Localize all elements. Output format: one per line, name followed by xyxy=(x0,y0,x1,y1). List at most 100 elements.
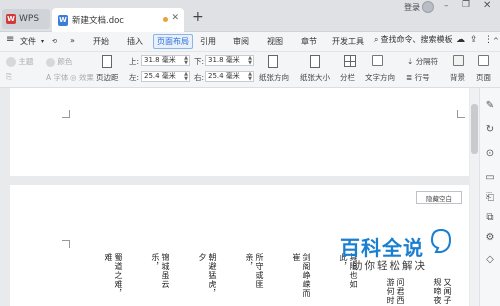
page-border-icon[interactable] xyxy=(478,55,489,66)
effect-button[interactable]: ◎ 效果 xyxy=(70,72,94,83)
writer-doc-icon: W xyxy=(58,14,68,26)
page-layout-ribbon: 主题 颜色 A 字体 ⎘ ◎ 效果 页边距 上: 31.8 毫米 ▲ ▼ 左: 25… xyxy=(0,52,500,88)
background-button[interactable]: 背景 xyxy=(450,72,465,83)
doc-icon[interactable]: ▭ xyxy=(484,172,496,184)
collapse-ribbon-icon[interactable]: ^ xyxy=(493,37,499,45)
file-menu[interactable]: 文件 xyxy=(20,36,36,47)
edit-icon[interactable]: ✎ xyxy=(484,100,496,112)
document-tab[interactable]: W 新建文档.doc ✕ xyxy=(52,8,184,32)
spin-arrows-icon[interactable]: ▲ ▼ xyxy=(248,56,252,66)
breaks-icon: ⇣ xyxy=(407,57,414,66)
text-direction-icon[interactable] xyxy=(372,55,383,66)
clipboard-icon[interactable]: ⎗ xyxy=(484,192,496,204)
orientation-icon[interactable] xyxy=(268,55,278,68)
login-link[interactable]: 登录 xyxy=(404,2,420,13)
tab-review[interactable]: 审阅 xyxy=(233,36,249,47)
margin-corner-mark xyxy=(62,240,70,248)
close-window-button[interactable]: ✕ xyxy=(483,0,491,11)
text-column: 问君西游何时 xyxy=(386,278,405,305)
spin-arrows-icon[interactable]: ▲ ▼ xyxy=(248,72,252,82)
wps-home-tab[interactable]: W WPS xyxy=(2,9,50,29)
tab-references[interactable]: 引用 xyxy=(200,36,216,47)
background-icon[interactable] xyxy=(453,55,464,66)
page-orientation-icon xyxy=(268,55,278,68)
menu-bar: ≡ 文件 ▾ ⟲ » 开始 插入 页面布局 引用 审阅 视图 章节 开发工具 ⌕… xyxy=(0,32,500,52)
text-column: 所守或匪亲， xyxy=(245,253,264,289)
tab-page-layout[interactable]: 页面布局 xyxy=(153,34,193,49)
theme-label: 主题 xyxy=(18,57,34,66)
vertical-scrollbar[interactable] xyxy=(470,88,479,306)
close-tab-icon[interactable]: ✕ xyxy=(171,13,179,23)
margin-page-icon xyxy=(102,55,112,68)
page-border-glyph-icon xyxy=(478,55,489,66)
line-numbers-button[interactable]: ≣ 行号 xyxy=(406,72,430,83)
chevron-down-icon[interactable]: ▾ xyxy=(41,38,44,45)
maximize-button[interactable]: ❐ xyxy=(462,0,470,10)
compass-icon[interactable]: ⊙ xyxy=(484,148,496,160)
background-glyph-icon xyxy=(453,55,464,66)
text-column: 朝避猛虎，夕 xyxy=(198,253,217,298)
document-canvas[interactable] xyxy=(0,88,479,306)
hamburger-menu-icon[interactable]: ≡ xyxy=(6,34,14,45)
top-margin-input[interactable]: 31.8 毫米 ▲ ▼ xyxy=(141,55,190,66)
tab-start[interactable]: 开始 xyxy=(93,36,109,47)
search-icon: ⌕ xyxy=(374,34,379,44)
left-margin-value: 25.4 毫米 xyxy=(144,72,176,80)
size-icon[interactable] xyxy=(310,55,320,68)
right-margin-input[interactable]: 25.4 毫米 ▲ ▼ xyxy=(205,71,254,82)
left-margin-label: 左: xyxy=(129,73,140,82)
right-margin-value: 25.4 毫米 xyxy=(208,72,240,80)
command-search[interactable]: ⌕ 查找命令、搜索模板 xyxy=(374,34,452,45)
tab-view[interactable]: 视图 xyxy=(267,36,283,47)
columns-button[interactable]: 分栏 xyxy=(340,72,355,83)
layers-icon[interactable]: ⧉ xyxy=(484,212,496,224)
cloud-icon[interactable]: ☁ xyxy=(456,35,465,45)
more-options-icon[interactable]: ⋮ xyxy=(484,35,493,45)
spin-arrows-icon[interactable]: ▲ ▼ xyxy=(184,56,188,66)
hide-blank-button[interactable]: 隐藏空白 xyxy=(416,191,462,204)
right-task-pane-bar: ✎ ↻ ⊙ ▭ ⎗ ⧉ ⚙ ◇ xyxy=(479,88,500,306)
wps-logo-icon: W xyxy=(6,14,16,24)
settings-icon[interactable]: ⚙ xyxy=(484,232,496,244)
tab-developer[interactable]: 开发工具 xyxy=(332,36,364,47)
refresh-icon[interactable]: ↻ xyxy=(484,124,496,136)
columns-grid-icon xyxy=(344,55,356,67)
font-theme-button[interactable]: A 字体 xyxy=(46,72,69,83)
theme-icon xyxy=(6,57,16,67)
avatar[interactable] xyxy=(422,1,434,13)
bottom-margin-label: 下: xyxy=(194,57,205,66)
share-icon[interactable]: ⇪ xyxy=(470,35,478,45)
scrollbar-thumb[interactable] xyxy=(471,104,478,154)
breaks-button[interactable]: ⇣ 分隔符 xyxy=(407,56,438,67)
text-column: 锦城虽云乐， xyxy=(151,253,170,289)
effect-icon: ◎ xyxy=(70,73,77,82)
line-numbers-label: 行号 xyxy=(414,73,430,82)
spin-arrows-icon[interactable]: ▲ ▼ xyxy=(184,72,188,82)
left-margin-input[interactable]: 25.4 毫米 ▲ ▼ xyxy=(141,71,190,82)
page-border-button[interactable]: 页面 xyxy=(476,72,491,83)
new-tab-button[interactable]: + xyxy=(192,10,204,24)
margin-button[interactable]: 页边距 xyxy=(96,72,119,83)
orientation-button[interactable]: 纸张方向 xyxy=(259,72,289,83)
margin-icon[interactable] xyxy=(102,55,112,68)
paper-size-button[interactable]: 纸张大小 xyxy=(300,72,330,83)
more-quick-tools[interactable]: » xyxy=(70,36,75,45)
theme-button[interactable]: 主题 xyxy=(6,56,33,67)
page-1[interactable] xyxy=(10,88,469,176)
undo-icon[interactable]: ⟲ xyxy=(52,38,57,45)
wps-writer-window: W WPS W 新建文档.doc ✕ + 登录 – ❐ ✕ ≡ 文件 ▾ ⟲ »… xyxy=(0,0,500,306)
tab-sections[interactable]: 章节 xyxy=(301,36,317,47)
color-button[interactable]: 颜色 xyxy=(46,56,72,67)
bottom-margin-input[interactable]: 31.8 毫米 ▲ ▼ xyxy=(205,55,254,66)
shapes-icon[interactable]: ◇ xyxy=(484,254,496,266)
text-direction-button[interactable]: 文字方向 xyxy=(365,72,395,83)
top-margin-value: 31.8 毫米 xyxy=(144,56,176,64)
palette-icon xyxy=(46,57,55,67)
font-a-icon: A xyxy=(46,73,52,82)
columns-icon[interactable] xyxy=(344,55,356,67)
margin-corner-mark xyxy=(62,110,70,118)
effect-label: 效果 xyxy=(78,73,94,82)
tab-insert[interactable]: 插入 xyxy=(127,36,143,47)
unsaved-dot-icon xyxy=(163,17,168,22)
minimize-button[interactable]: – xyxy=(444,1,449,11)
